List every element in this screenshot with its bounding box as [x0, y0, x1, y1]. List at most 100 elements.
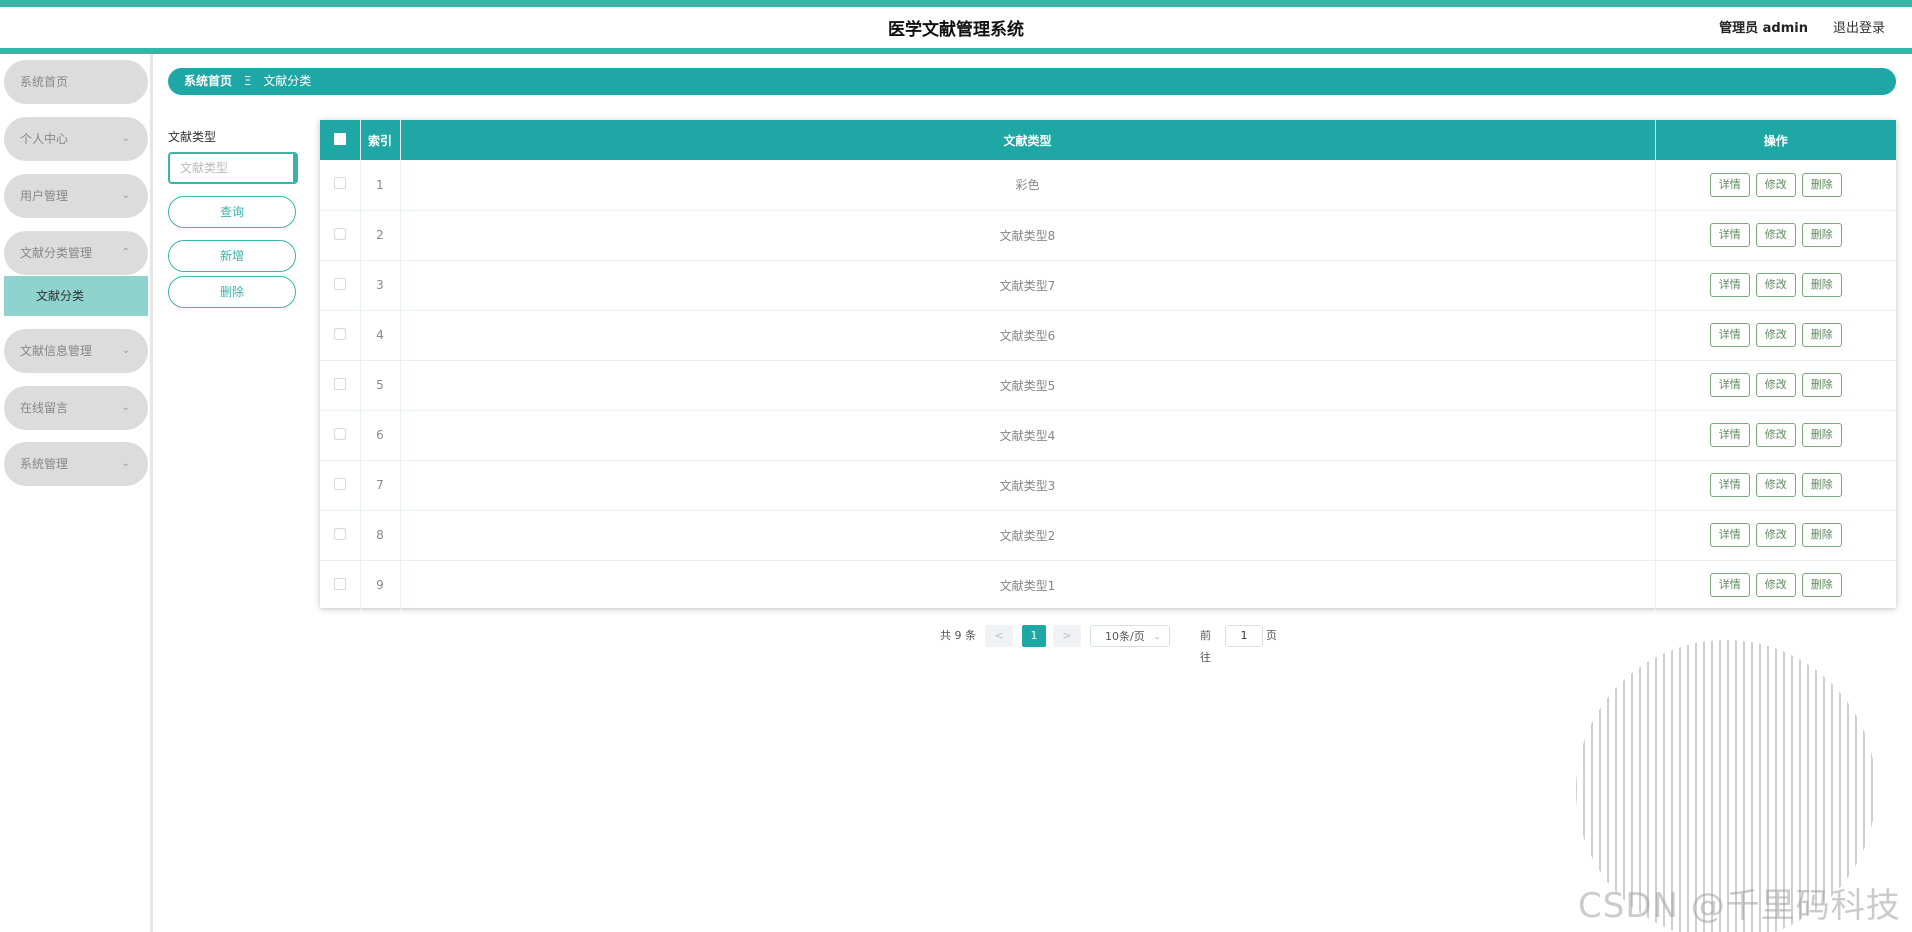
sidebar-item-user-management[interactable]: 用户管理 ⌄: [4, 174, 148, 218]
row-checkbox[interactable]: [333, 577, 346, 590]
logout-button[interactable]: 退出登录: [1833, 17, 1885, 36]
row-index: 6: [360, 410, 401, 460]
goto-page-input[interactable]: [1225, 625, 1263, 647]
detail-button[interactable]: 详情: [1709, 223, 1750, 247]
goto-label: 前往: [1200, 629, 1211, 664]
edit-button[interactable]: 修改: [1755, 423, 1796, 447]
delete-button[interactable]: 删除: [1801, 523, 1842, 547]
select-all-cell[interactable]: [320, 120, 361, 160]
sidebar: 系统首页 个人中心 ⌄ 用户管理 ⌄ 文献分类管理 ⌃ 文献分类 文献信息管理 …: [0, 54, 153, 932]
row-type: 文献类型2: [400, 510, 1656, 560]
edit-button[interactable]: 修改: [1755, 373, 1796, 397]
row-checkbox[interactable]: [333, 477, 346, 490]
edit-button[interactable]: 修改: [1755, 273, 1796, 297]
delete-button[interactable]: 删除: [1801, 573, 1842, 598]
edit-button[interactable]: 修改: [1755, 172, 1796, 197]
edit-button[interactable]: 修改: [1755, 523, 1796, 547]
delete-button[interactable]: 删除: [1801, 273, 1842, 297]
detail-button[interactable]: 详情: [1709, 273, 1750, 297]
edit-button[interactable]: 修改: [1755, 223, 1796, 247]
breadcrumb-home[interactable]: 系统首页: [184, 74, 232, 88]
row-checkbox[interactable]: [333, 177, 346, 190]
table-row: 7 文献类型3 详情 修改 删除: [320, 460, 1896, 510]
row-index: 9: [360, 560, 401, 610]
row-type: 文献类型1: [400, 560, 1656, 610]
detail-button[interactable]: 详情: [1709, 373, 1750, 397]
table-row: 9 文献类型1 详情 修改 删除: [320, 560, 1896, 610]
header-top-stripe: [0, 0, 1912, 7]
page-number-button[interactable]: 1: [1022, 625, 1046, 647]
table-row: 1 彩色 详情 修改 删除: [320, 160, 1896, 210]
row-checkbox[interactable]: [333, 377, 346, 390]
query-button[interactable]: 查询: [168, 196, 296, 228]
detail-button[interactable]: 详情: [1709, 573, 1750, 598]
sidebar-item-category-management[interactable]: 文献分类管理 ⌃: [4, 231, 148, 275]
search-label: 文献类型: [168, 130, 217, 144]
page-size-select[interactable]: 10条/页 ⌄: [1090, 625, 1170, 647]
edit-button[interactable]: 修改: [1755, 323, 1796, 347]
detail-button[interactable]: 详情: [1709, 172, 1750, 197]
delete-button[interactable]: 删除: [1801, 423, 1842, 447]
row-index: 4: [360, 310, 401, 360]
row-index: 8: [360, 510, 401, 560]
chevron-down-icon: ⌄: [1153, 632, 1161, 642]
table-row: 5 文献类型5 详情 修改 删除: [320, 360, 1896, 410]
detail-button[interactable]: 详情: [1709, 423, 1750, 447]
row-type: 文献类型4: [400, 410, 1656, 460]
search-input[interactable]: [168, 152, 298, 184]
pagination-total: 共 9 条: [940, 629, 976, 642]
sidebar-item-home[interactable]: 系统首页: [4, 60, 148, 104]
table-row: 3 文献类型7 详情 修改 删除: [320, 260, 1896, 310]
select-all-checkbox[interactable]: [333, 132, 346, 145]
chevron-down-icon: ⌄: [121, 190, 130, 201]
delete-button[interactable]: 删除: [1801, 172, 1842, 197]
sidebar-item-label: 文献信息管理: [20, 344, 93, 358]
chevron-down-icon: ⌄: [121, 345, 130, 356]
breadcrumb: 系统首页 Ξ 文献分类: [168, 68, 1896, 95]
delete-button[interactable]: 删除: [1801, 323, 1842, 347]
row-index: 5: [360, 360, 401, 410]
sidebar-item-label: 文献分类管理: [20, 246, 93, 260]
sidebar-item-label: 系统管理: [20, 457, 69, 471]
table-row: 2 文献类型8 详情 修改 删除: [320, 210, 1896, 260]
table-row: 6 文献类型4 详情 修改 删除: [320, 410, 1896, 460]
sidebar-item-system-management[interactable]: 系统管理 ⌄: [4, 442, 148, 486]
row-index: 7: [360, 460, 401, 510]
sidebar-item-online-message[interactable]: 在线留言 ⌄: [4, 386, 148, 430]
row-index: 3: [360, 260, 401, 310]
delete-button[interactable]: 删除: [1801, 223, 1842, 247]
row-checkbox[interactable]: [333, 277, 346, 290]
table-row: 8 文献类型2 详情 修改 删除: [320, 510, 1896, 560]
delete-button[interactable]: 删除: [1801, 373, 1842, 397]
row-index: 1: [360, 160, 401, 210]
sidebar-item-personal-center[interactable]: 个人中心 ⌄: [4, 117, 148, 161]
edit-button[interactable]: 修改: [1755, 573, 1796, 598]
next-page-button[interactable]: >: [1053, 625, 1081, 647]
add-button[interactable]: 新增: [168, 240, 296, 272]
detail-button[interactable]: 详情: [1709, 523, 1750, 547]
app-title: 医学文献管理系统: [888, 20, 1024, 40]
row-checkbox[interactable]: [333, 427, 346, 440]
row-checkbox[interactable]: [333, 327, 346, 340]
chevron-down-icon: ⌄: [121, 133, 130, 144]
prev-page-button[interactable]: <: [985, 625, 1013, 647]
sidebar-item-label: 在线留言: [20, 401, 69, 415]
row-checkbox[interactable]: [333, 527, 346, 540]
delete-button[interactable]: 删除: [1801, 473, 1842, 497]
sidebar-subitem-label: 文献分类: [36, 289, 85, 303]
row-checkbox[interactable]: [333, 227, 346, 240]
table-header-row: 索引 文献类型 操作: [320, 120, 1896, 160]
sidebar-item-literature-management[interactable]: 文献信息管理 ⌄: [4, 329, 148, 373]
page-suffix: 页: [1266, 629, 1277, 642]
detail-button[interactable]: 详情: [1709, 473, 1750, 497]
breadcrumb-current: 文献分类: [263, 74, 312, 88]
sidebar-subitem-category[interactable]: 文献分类: [4, 276, 148, 316]
watermark: CSDN @千里码科技: [1578, 886, 1901, 926]
detail-button[interactable]: 详情: [1709, 323, 1750, 347]
row-type: 文献类型8: [400, 210, 1656, 260]
table-row: 4 文献类型6 详情 修改 删除: [320, 310, 1896, 360]
row-type: 彩色: [400, 160, 1656, 210]
batch-delete-button[interactable]: 删除: [168, 276, 296, 308]
edit-button[interactable]: 修改: [1755, 473, 1796, 497]
sidebar-item-label: 系统首页: [20, 75, 69, 89]
